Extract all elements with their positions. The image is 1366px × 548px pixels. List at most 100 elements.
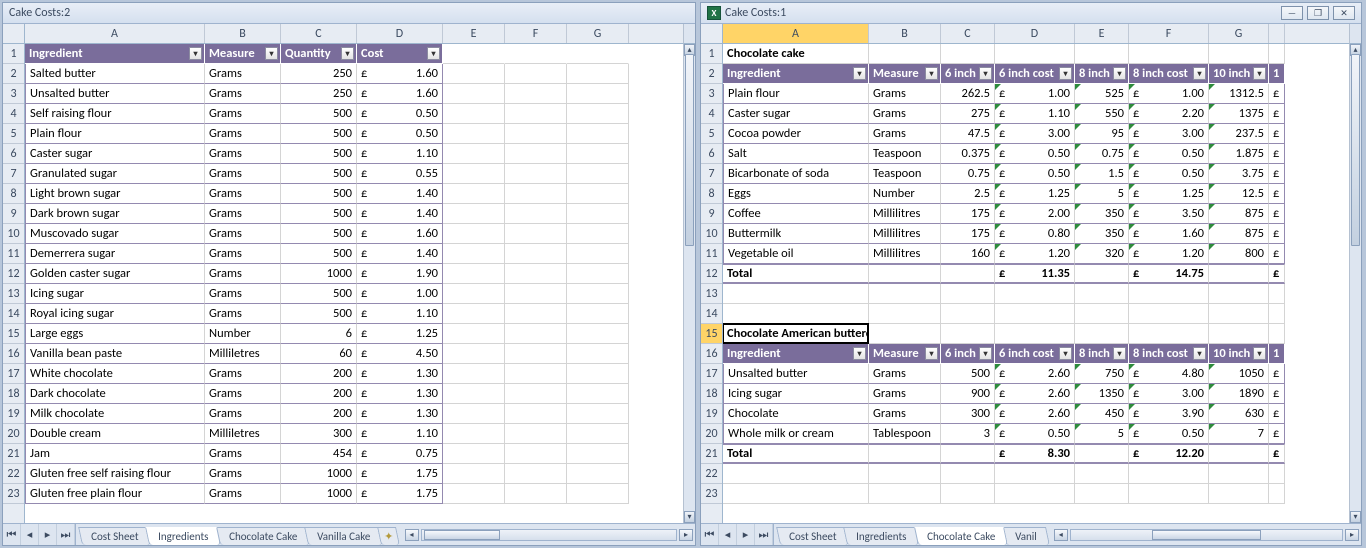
table-header[interactable]: 10 inch▾	[1209, 64, 1269, 84]
cell[interactable]: Salt	[723, 144, 869, 164]
hscroll-right[interactable]: ▸	[1345, 529, 1359, 541]
cell[interactable]: £1.20	[995, 244, 1075, 264]
cell[interactable]: £1.10	[357, 304, 443, 324]
cell[interactable]	[567, 484, 629, 504]
cell[interactable]	[567, 104, 629, 124]
cell[interactable]	[1129, 464, 1209, 484]
cell[interactable]: 500	[281, 244, 357, 264]
cell[interactable]: 1312.5	[1209, 84, 1269, 104]
cell[interactable]: Buttermilk	[723, 224, 869, 244]
row-header-13[interactable]: 13	[3, 284, 24, 304]
cell[interactable]	[567, 264, 629, 284]
cell[interactable]	[505, 204, 567, 224]
cell[interactable]: Grams	[205, 124, 281, 144]
cell[interactable]: £3.00	[995, 124, 1075, 144]
cell[interactable]	[1209, 284, 1269, 304]
tab-nav-prev[interactable]: ◂	[21, 524, 39, 545]
cell[interactable]: Vegetable oil	[723, 244, 869, 264]
horizontal-scrollbar[interactable]: ◂ ▸	[1052, 524, 1361, 545]
table-header[interactable]: Ingredient▾	[723, 64, 869, 84]
cell[interactable]	[1129, 324, 1209, 344]
cell[interactable]: Grams	[205, 144, 281, 164]
cell[interactable]	[869, 444, 941, 464]
row-header-21[interactable]: 21	[3, 444, 24, 464]
cell[interactable]	[1269, 304, 1285, 324]
cell[interactable]	[567, 444, 629, 464]
cell[interactable]: £11.35	[995, 264, 1075, 284]
cell[interactable]: £	[1269, 264, 1285, 284]
cell[interactable]: Bicarbonate of soda	[723, 164, 869, 184]
cell[interactable]	[869, 304, 941, 324]
cell[interactable]	[567, 384, 629, 404]
cell[interactable]: £	[1269, 144, 1285, 164]
cell[interactable]: 1350	[1075, 384, 1129, 404]
cell[interactable]: 500	[281, 304, 357, 324]
cell[interactable]: Large eggs	[25, 324, 205, 344]
cells-area[interactable]: Chocolate cakeIngredient▾Measure▾6 inch▾…	[723, 44, 1349, 523]
cell[interactable]	[1269, 464, 1285, 484]
cell[interactable]: Muscovado sugar	[25, 224, 205, 244]
cell[interactable]: Unsalted butter	[723, 364, 869, 384]
cell[interactable]	[941, 304, 995, 324]
row-header-8[interactable]: 8	[3, 184, 24, 204]
column-headers[interactable]: ABCDEFG	[723, 24, 1349, 44]
row-headers[interactable]: 1234567891011121314151617181920212223	[701, 44, 723, 523]
cell[interactable]	[505, 44, 567, 64]
cell[interactable]: Tablespoon	[869, 424, 941, 444]
hscroll-left[interactable]: ◂	[405, 529, 419, 541]
row-headers[interactable]: 1234567891011121314151617181920212223	[3, 44, 25, 523]
cell[interactable]	[1209, 444, 1269, 464]
col-header-C[interactable]: C	[941, 24, 995, 43]
row-header-12[interactable]: 12	[701, 264, 722, 284]
cell[interactable]: Millilitres	[869, 224, 941, 244]
cell[interactable]: Grams	[205, 444, 281, 464]
cell[interactable]: £1.10	[357, 424, 443, 444]
cell[interactable]: £0.50	[995, 144, 1075, 164]
cell[interactable]: Plain flour	[25, 124, 205, 144]
cell[interactable]	[443, 324, 505, 344]
cell[interactable]: £1.60	[357, 64, 443, 84]
cell[interactable]: Grams	[205, 184, 281, 204]
cell[interactable]	[869, 264, 941, 284]
cell[interactable]	[505, 484, 567, 504]
cell[interactable]: 250	[281, 64, 357, 84]
cell[interactable]: 175	[941, 204, 995, 224]
row-header-4[interactable]: 4	[701, 104, 722, 124]
cell[interactable]: Grams	[869, 124, 941, 144]
cell[interactable]	[567, 124, 629, 144]
cell[interactable]: Unsalted butter	[25, 84, 205, 104]
cell[interactable]: 1050	[1209, 364, 1269, 384]
cell[interactable]: £2.20	[1129, 104, 1209, 124]
tab-nav-first[interactable]: ⏮	[3, 524, 21, 545]
row-header-6[interactable]: 6	[701, 144, 722, 164]
cell[interactable]: Royal icing sugar	[25, 304, 205, 324]
cell[interactable]	[1209, 264, 1269, 284]
sheet-tab-ingredients[interactable]: Ingredients	[146, 527, 222, 545]
cell[interactable]: £1.75	[357, 464, 443, 484]
cell[interactable]: 0.75	[941, 164, 995, 184]
cell[interactable]: £	[1269, 224, 1285, 244]
cell[interactable]	[505, 444, 567, 464]
table-header[interactable]: 8 inch cost▾	[1129, 64, 1209, 84]
col-header-A[interactable]: A	[25, 24, 205, 43]
cell[interactable]: £1.25	[1129, 184, 1209, 204]
cell[interactable]: 2.5	[941, 184, 995, 204]
cell[interactable]	[567, 344, 629, 364]
cell[interactable]: 175	[941, 224, 995, 244]
cell[interactable]	[505, 344, 567, 364]
cell[interactable]: £1.40	[357, 244, 443, 264]
cell[interactable]: Grams	[869, 364, 941, 384]
cell[interactable]	[941, 284, 995, 304]
cell[interactable]: 500	[281, 204, 357, 224]
cell[interactable]: £1.00	[357, 284, 443, 304]
cell[interactable]: 750	[1075, 364, 1129, 384]
tab-nav-last[interactable]: ⏭	[755, 524, 773, 545]
cell[interactable]: £1.60	[1129, 224, 1209, 244]
tab-nav-next[interactable]: ▸	[737, 524, 755, 545]
row-header-8[interactable]: 8	[701, 184, 722, 204]
sheet-tab-vanil[interactable]: Vanil	[1002, 527, 1050, 545]
cells-area[interactable]: Ingredient▾Measure▾Quantity▾Cost▾Salted …	[25, 44, 683, 523]
cell[interactable]	[505, 64, 567, 84]
cell[interactable]: 1890	[1209, 384, 1269, 404]
title-bar[interactable]: Cake Costs:2	[3, 3, 695, 24]
